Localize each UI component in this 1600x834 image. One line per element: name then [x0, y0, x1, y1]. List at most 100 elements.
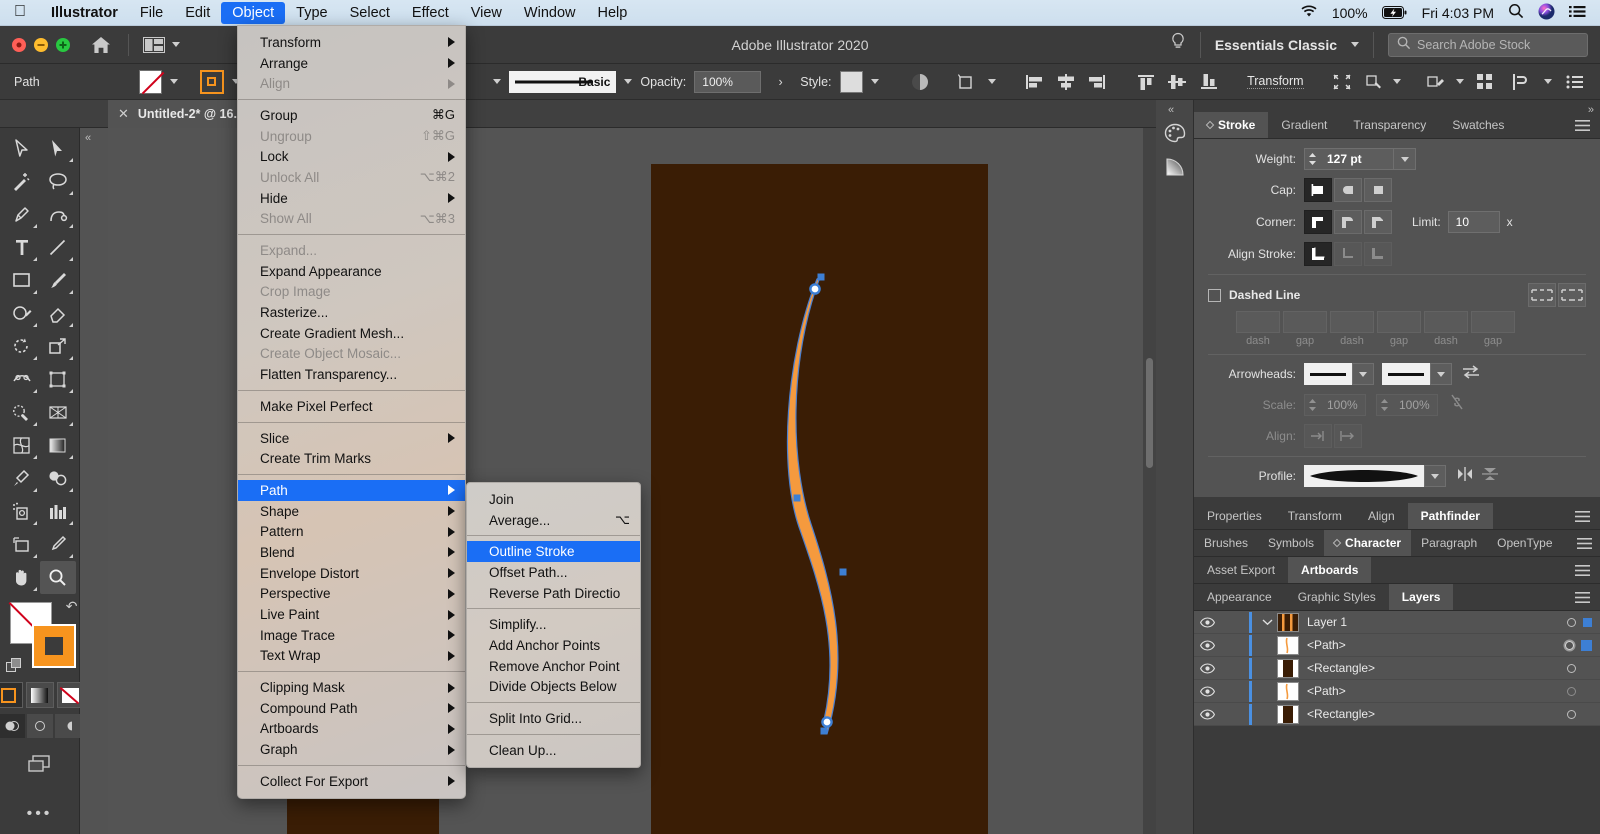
menu-item-clipping-mask[interactable]: Clipping Mask: [238, 677, 465, 698]
align-outside-stroke-icon[interactable]: [1364, 242, 1392, 266]
tab-layers[interactable]: Layers: [1388, 584, 1454, 610]
style-chevron-down-icon[interactable]: [871, 79, 880, 84]
draw-normal-icon[interactable]: [0, 714, 25, 738]
object-name[interactable]: <Rectangle>: [1307, 707, 1567, 721]
menu-item-split-into-grid[interactable]: Split Into Grid...: [467, 708, 640, 729]
artboard-tool[interactable]: [4, 528, 40, 561]
selection-indicator[interactable]: [1583, 617, 1592, 627]
tab-pathfinder[interactable]: Pathfinder: [1407, 503, 1493, 529]
group4-panel-menu-icon[interactable]: [1565, 557, 1600, 583]
lightbulb-icon[interactable]: [1170, 32, 1186, 57]
layer-name[interactable]: Layer 1: [1307, 615, 1567, 629]
weight-chevron-down-icon[interactable]: [1393, 149, 1415, 169]
maximize-window-button[interactable]: [56, 37, 70, 52]
opacity-options-icon[interactable]: ›: [769, 70, 792, 94]
scrollbar-thumb[interactable]: [1146, 358, 1153, 468]
menu-item-image-trace[interactable]: Image Trace: [238, 625, 465, 646]
flip-along-icon[interactable]: [1456, 466, 1474, 486]
eye-icon[interactable]: [1194, 616, 1221, 628]
dash-field-2[interactable]: [1330, 311, 1374, 333]
eraser-tool[interactable]: [40, 297, 76, 330]
menu-file[interactable]: File: [129, 2, 174, 24]
width-profile-select[interactable]: [1304, 465, 1424, 487]
distribute-icon[interactable]: [1508, 70, 1534, 94]
layer-row-rectangle-2[interactable]: <Rectangle>: [1194, 703, 1600, 726]
menu-view[interactable]: View: [460, 2, 513, 24]
apple-logo-icon[interactable]: : [0, 3, 40, 20]
gap-field-3[interactable]: [1471, 311, 1515, 333]
selection-tool[interactable]: [4, 132, 40, 165]
bevel-join-icon[interactable]: [1364, 210, 1392, 234]
rail-collapse-icon[interactable]: «: [1156, 100, 1193, 116]
flip-across-icon[interactable]: [1482, 466, 1498, 487]
group2-panel-menu-icon[interactable]: [1565, 503, 1600, 529]
recolor-icon[interactable]: [1362, 70, 1385, 94]
gap-field-1[interactable]: [1283, 311, 1327, 333]
tab-transparency[interactable]: Transparency: [1340, 112, 1440, 138]
isolate-icon[interactable]: [1330, 70, 1353, 94]
screen-mode-icon[interactable]: [25, 752, 55, 781]
menu-item-pattern[interactable]: Pattern: [238, 521, 465, 542]
opacity-input[interactable]: 100%: [694, 70, 761, 93]
tab-asset-export[interactable]: Asset Export: [1194, 557, 1289, 583]
align-top-icon[interactable]: [1134, 70, 1157, 94]
arrange-grid-icon[interactable]: [1472, 70, 1498, 94]
path-submenu[interactable]: Join Average... ⌥ Outline Stroke Offset Path…: [466, 482, 641, 768]
brush-chevron-down-icon[interactable]: [624, 79, 633, 84]
curved-stroke-path[interactable]: [651, 164, 988, 834]
edit-toolbar-icon[interactable]: [1425, 70, 1448, 94]
dashed-line-checkbox[interactable]: [1208, 288, 1221, 302]
extend-arrow-icon[interactable]: [1304, 424, 1332, 448]
direct-selection-tool[interactable]: [40, 132, 76, 165]
menu-item-create-trim-marks[interactable]: Create Trim Marks: [238, 448, 465, 469]
target-indicator[interactable]: [1567, 617, 1576, 627]
weight-stepper-icon[interactable]: [1305, 150, 1319, 168]
tab-appearance[interactable]: Appearance: [1194, 584, 1285, 610]
workspace-chevron-down-icon[interactable]: [1351, 42, 1359, 47]
lasso-tool[interactable]: [40, 165, 76, 198]
menu-illustrator[interactable]: Illustrator: [40, 2, 129, 24]
tab-properties[interactable]: Properties: [1194, 503, 1275, 529]
control-center-icon[interactable]: [1569, 5, 1586, 21]
close-icon[interactable]: ✕: [118, 106, 129, 122]
miter-limit-input[interactable]: 10: [1447, 211, 1500, 233]
width-tool[interactable]: [4, 363, 40, 396]
target-indicator[interactable]: [1567, 686, 1576, 696]
menu-item-hide[interactable]: Hide: [238, 188, 465, 209]
default-fill-stroke-icon[interactable]: [5, 658, 22, 674]
tab-symbols[interactable]: Symbols: [1258, 530, 1325, 556]
menu-item-artboards[interactable]: Artboards: [238, 719, 465, 740]
type-tool[interactable]: [4, 231, 40, 264]
menu-item-add-anchor-points[interactable]: Add Anchor Points: [467, 635, 640, 656]
swap-arrowheads-icon[interactable]: [1462, 364, 1480, 384]
tab-gradient[interactable]: Gradient: [1268, 112, 1341, 138]
column-graph-tool[interactable]: [40, 495, 76, 528]
align-right-icon[interactable]: [1085, 70, 1108, 94]
minimize-window-button[interactable]: [34, 37, 48, 52]
menu-edit[interactable]: Edit: [174, 2, 221, 24]
edit-toolbar-chevron-icon[interactable]: [1456, 79, 1464, 84]
arrowhead-scale-end-field[interactable]: 100%: [1376, 393, 1438, 416]
align-center-v-icon[interactable]: [1165, 70, 1188, 94]
object-name[interactable]: <Path>: [1307, 638, 1565, 652]
stroke-swatch-button[interactable]: [199, 69, 224, 94]
menu-item-shape[interactable]: Shape: [238, 501, 465, 522]
recolor-chevron-icon[interactable]: [1393, 79, 1402, 84]
gradient-tool[interactable]: [40, 429, 76, 462]
siri-icon[interactable]: [1538, 3, 1555, 23]
panel-menu-icon[interactable]: [1565, 112, 1600, 138]
opacity-mask-icon[interactable]: [908, 70, 931, 94]
profile-chevron-down-icon[interactable]: [1424, 465, 1446, 487]
draw-inside-icon[interactable]: [54, 714, 81, 738]
arrowhead-start-chevron-icon[interactable]: [1352, 363, 1374, 385]
object-menu-dropdown[interactable]: Transform Arrange Align Group ⌘G Ungroup ⇧⌘G Lo…: [237, 25, 466, 799]
align-center-stroke-icon[interactable]: [1304, 242, 1332, 266]
group3-panel-menu-icon[interactable]: [1569, 530, 1600, 556]
menu-item-join[interactable]: Join: [467, 489, 640, 510]
perspective-grid-tool[interactable]: [40, 396, 76, 429]
chevron-down-icon[interactable]: [172, 42, 180, 47]
menu-select[interactable]: Select: [339, 2, 401, 24]
zoom-tool[interactable]: [39, 561, 76, 594]
selection-indicator-selected[interactable]: [1581, 639, 1592, 651]
transform-popup-button[interactable]: Transform: [1247, 74, 1304, 89]
